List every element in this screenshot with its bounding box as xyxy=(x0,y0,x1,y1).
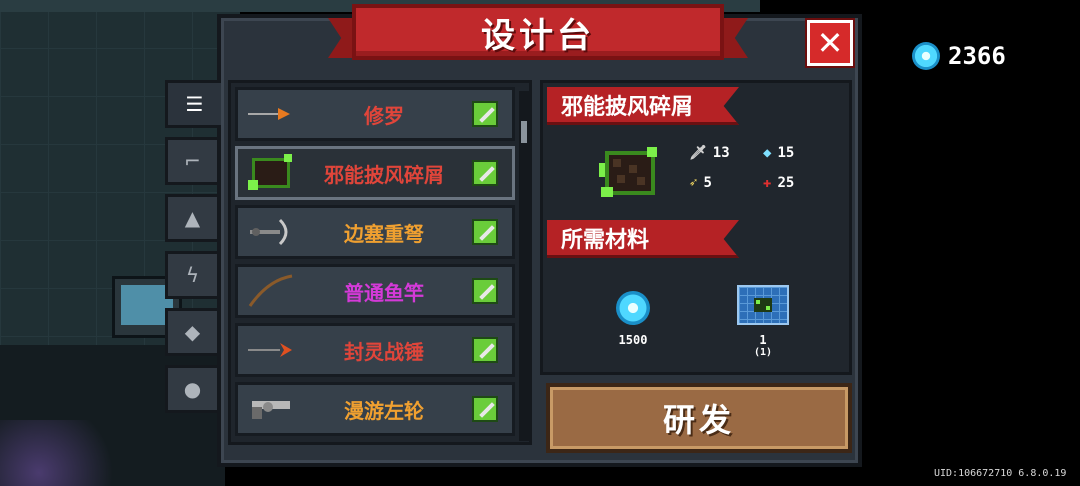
floor-glow xyxy=(0,420,130,486)
title-banner: 设计台 xyxy=(328,4,748,64)
craftable-icon xyxy=(472,219,498,245)
research-label: 研发 xyxy=(662,401,735,439)
list-item[interactable]: 封灵战锤 xyxy=(235,323,515,377)
dagger-icon: 🗡 xyxy=(689,145,707,161)
gem-counter: 2366 xyxy=(912,42,1006,70)
gem-count: 2366 xyxy=(948,42,1006,70)
material-amount: 1 xyxy=(759,333,767,347)
fel-cloak-shard-icon xyxy=(246,153,296,193)
stat-value: 5 xyxy=(703,175,712,191)
craftable-icon xyxy=(472,337,498,363)
bullet-icon: ➶ xyxy=(689,175,698,191)
weapon-list: 修罗邪能披风碎屑 边塞重弩普通鱼竿封灵战锤漫游左轮 xyxy=(228,80,532,445)
craftable-icon xyxy=(472,396,498,422)
weapon-name: 封灵战锤 xyxy=(344,339,424,364)
armor-icon: ▲ xyxy=(184,206,201,230)
list-item[interactable]: 边塞重弩 xyxy=(235,205,515,259)
list-icon: ☰ xyxy=(185,92,204,116)
list-scrollbar[interactable] xyxy=(519,91,529,441)
revolver-icon xyxy=(246,389,296,429)
material-owned: (1) xyxy=(753,347,773,358)
war-hammer-icon xyxy=(246,330,296,370)
gem-icon xyxy=(616,291,650,325)
craftable-icon xyxy=(472,101,498,127)
stat: ✚ 25 xyxy=(763,175,794,191)
materials-title: 所需材料 xyxy=(561,227,650,253)
stat: 🗡 13 xyxy=(689,145,730,161)
page-title: 设计台 xyxy=(481,15,595,56)
material-gems: 1500 xyxy=(603,291,663,347)
stat-value: 15 xyxy=(777,145,795,161)
weapon-name: 邪能披风碎屑 xyxy=(561,94,694,120)
gem-icon xyxy=(912,42,940,70)
fel-cloak-shard-icon xyxy=(599,147,657,197)
craftable-icon xyxy=(472,160,498,186)
close-icon: ✕ xyxy=(816,24,844,62)
category-tab[interactable]: ☰ xyxy=(165,80,221,128)
weapon-name: 邪能披风碎屑 xyxy=(324,162,444,187)
material-amount: 1500 xyxy=(618,333,648,347)
blueprint-icon xyxy=(737,285,789,325)
weapon-name: 漫游左轮 xyxy=(344,398,424,423)
research-button[interactable]: 研发 xyxy=(546,383,852,453)
weapon-detail-panel: 邪能披风碎屑 🗡 13 ◆ 15 ➶ 5 ✚ 25 所需材料 1500 1 (1) xyxy=(540,80,852,375)
list-item[interactable]: 普通鱼竿 xyxy=(235,264,515,318)
weapon-name: 普通鱼竿 xyxy=(344,280,424,305)
stat: ➶ 5 xyxy=(689,175,712,191)
category-tab[interactable]: ϟ xyxy=(165,251,217,299)
pet-icon: ◆ xyxy=(184,320,201,344)
list-item[interactable]: 修罗 xyxy=(235,87,515,141)
gun-icon: ⌐ xyxy=(184,149,201,173)
fishing-rod-icon xyxy=(246,271,296,311)
close-button[interactable]: ✕ xyxy=(807,20,853,66)
spear-icon xyxy=(246,94,296,134)
statue-icon: ● xyxy=(183,377,202,401)
crit-cross-icon: ✚ xyxy=(763,175,772,191)
weapon-name-ribbon: 邪能披风碎屑 xyxy=(547,87,739,125)
materials-ribbon: 所需材料 xyxy=(547,220,739,258)
craftable-icon xyxy=(472,278,498,304)
category-tab[interactable]: ◆ xyxy=(165,308,217,356)
stat-value: 25 xyxy=(777,175,795,191)
category-tabs: ☰ ⌐ ▲ ϟ ◆ ● xyxy=(165,80,221,422)
scroll-thumb[interactable] xyxy=(519,119,529,145)
weapon-name: 边塞重弩 xyxy=(344,221,424,246)
material-blueprint: 1 (1) xyxy=(733,285,793,358)
energy-crystal-icon: ◆ xyxy=(763,145,772,161)
category-tab[interactable]: ● xyxy=(165,365,217,413)
uid-version: UID:106672710 6.8.0.19 xyxy=(934,468,1067,479)
lightning-icon: ϟ xyxy=(185,263,200,287)
weapon-name: 修罗 xyxy=(364,103,404,128)
crossbow-icon xyxy=(246,212,296,252)
list-item[interactable]: 漫游左轮 xyxy=(235,382,515,436)
category-tab[interactable]: ▲ xyxy=(165,194,217,242)
list-item[interactable]: 邪能披风碎屑 xyxy=(235,146,515,200)
category-tab[interactable]: ⌐ xyxy=(165,137,217,185)
stat: ◆ 15 xyxy=(763,145,794,161)
stat-value: 13 xyxy=(712,145,730,161)
